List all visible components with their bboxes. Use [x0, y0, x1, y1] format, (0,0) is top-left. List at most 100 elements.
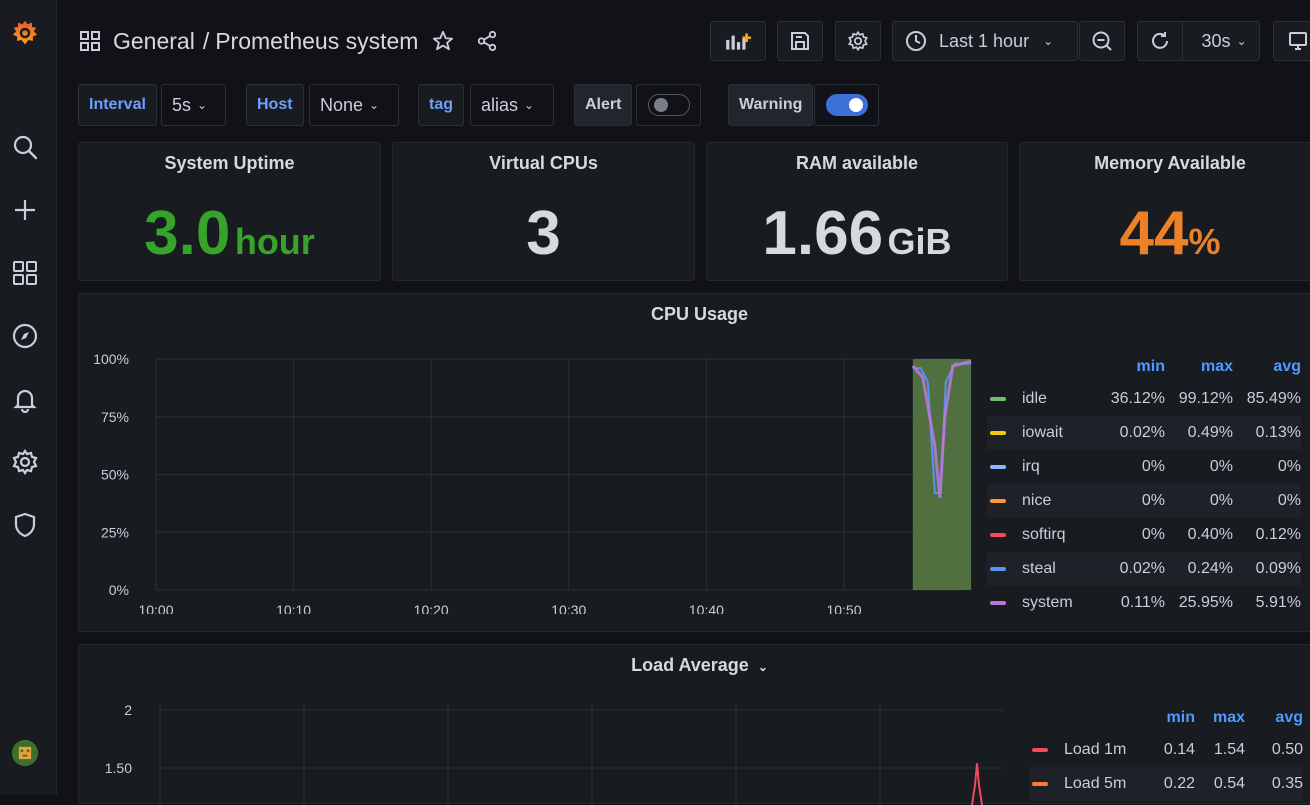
variable-select-tag[interactable]: alias ⌄ [470, 84, 554, 126]
plus-icon[interactable] [8, 193, 42, 227]
cpu-legend-row-irq[interactable]: irq 0% 0% 0% [987, 450, 1301, 484]
cpu-legend-row-idle[interactable]: idle 36.12% 99.12% 85.49% [987, 382, 1301, 416]
stat-panel-vcpus[interactable]: Virtual CPUs 3 [392, 142, 695, 281]
shield-icon[interactable] [8, 508, 42, 542]
legend-header-avg[interactable]: avg [1233, 352, 1301, 382]
legend-color-swatch [1032, 781, 1048, 786]
dashboards-icon[interactable] [8, 256, 42, 290]
cpu-legend-row-nice[interactable]: nice 0% 0% 0% [987, 484, 1301, 518]
legend-series-name[interactable]: Load 1m [1029, 733, 1139, 767]
legend-series-name[interactable]: Load 5m [1029, 767, 1139, 801]
search-icon[interactable] [8, 130, 42, 164]
compass-icon[interactable] [8, 319, 42, 353]
avatar[interactable] [8, 736, 42, 770]
legend-min-value: 0% [1141, 458, 1165, 475]
legend-header-max[interactable]: max [1165, 352, 1233, 382]
legend-header-avg[interactable]: avg [1245, 703, 1303, 733]
legend-max-value: 0.49% [1165, 416, 1233, 450]
bell-icon[interactable] [8, 382, 42, 416]
tv-mode-button[interactable] [1273, 21, 1310, 61]
stat-panel-ram[interactable]: RAM available 1.66 GiB [706, 142, 1008, 281]
warning-switch[interactable] [825, 94, 868, 116]
legend-series-name[interactable]: iowait [987, 416, 1097, 450]
variable-select-interval[interactable]: 5s ⌄ [161, 84, 226, 126]
cpu-usage-panel[interactable]: CPU Usage 0% 25% 50% 75% 100% 10:00 10:10 10:20… [78, 293, 1310, 632]
cpu-legend-row-system[interactable]: system 0.11% 25.95% 5.91% [987, 586, 1301, 620]
add-panel-icon [724, 29, 752, 53]
cpu-legend-row-softirq[interactable]: softirq 0% 0.40% 0.12% [987, 518, 1301, 552]
legend-min-value: 0.02% [1097, 552, 1165, 586]
legend-max-value: 25.95% [1178, 594, 1233, 611]
legend-series-name[interactable]: steal [987, 552, 1097, 586]
legend-color-swatch [990, 396, 1006, 401]
stat-value: 1.66 GiB [707, 199, 1007, 285]
variable-value-host: None [320, 94, 364, 115]
legend-header-max[interactable]: max [1195, 703, 1245, 733]
cpu-legend: min max avg idle 36.12% 99.12% 85.49% iowait… [987, 352, 1301, 620]
save-icon [789, 30, 811, 52]
alert-switch[interactable] [647, 94, 690, 116]
cpu-legend-row-iowait[interactable]: iowait 0.02% 0.49% 0.13% [987, 416, 1301, 450]
cpu-usage-chart: 0% 25% 50% 75% 100% 10:00 10:10 10:20 10:30 10:40… [93, 351, 972, 614]
y-tick-label: 25% [101, 524, 129, 540]
refresh-interval-label: 30s [1201, 30, 1231, 51]
refresh-button[interactable] [1137, 21, 1183, 61]
y-tick-label: 0% [109, 582, 129, 598]
legend-color-swatch [990, 430, 1006, 435]
legend-header-min[interactable]: min [1097, 352, 1165, 382]
gear-icon[interactable] [8, 445, 42, 479]
add-panel-button[interactable] [710, 21, 766, 61]
grafana-logo-icon[interactable] [8, 16, 42, 50]
alert-toggle[interactable] [636, 84, 701, 126]
star-icon[interactable] [432, 30, 454, 52]
switch-knob [653, 98, 668, 112]
legend-series-name[interactable]: nice [987, 484, 1097, 518]
stat-panel-uptime[interactable]: System Uptime 3.0 hour [78, 142, 381, 281]
refresh-interval-picker[interactable]: 30s ⌄ [1182, 21, 1260, 61]
legend-series-name[interactable]: irq [987, 450, 1097, 484]
dashboard-title[interactable]: Prometheus system [215, 28, 418, 55]
chevron-down-icon: ⌄ [524, 98, 535, 112]
legend-max-value: 99.12% [1178, 390, 1233, 407]
gear-icon [847, 30, 869, 52]
refresh-icon [1149, 30, 1171, 52]
legend-label: steal [1022, 560, 1056, 577]
variable-label-alert: Alert [574, 84, 633, 126]
legend-series-name[interactable]: idle [987, 382, 1097, 416]
variable-label-interval: Interval [78, 84, 157, 126]
legend-color-swatch [990, 600, 1006, 605]
share-icon[interactable] [476, 30, 498, 52]
breadcrumb-folder[interactable]: General [113, 28, 195, 55]
legend-min-value: 0.11% [1120, 594, 1165, 611]
breadcrumb: General / Prometheus system [79, 26, 498, 56]
y-tick-label: 75% [101, 409, 129, 425]
cpu-legend-row-steal[interactable]: steal 0.02% 0.24% 0.09% [987, 552, 1301, 586]
time-range-picker[interactable]: Last 1 hour ⌄ [892, 21, 1078, 61]
zoom-out-button[interactable] [1079, 21, 1125, 61]
stat-number: 44 [1119, 199, 1189, 268]
load-1m-line [971, 763, 983, 805]
legend-series-name[interactable]: system [987, 586, 1097, 620]
legend-series-name[interactable]: softirq [987, 518, 1097, 552]
dashboard-settings-button[interactable] [835, 21, 881, 61]
stat-unit: % [1188, 221, 1221, 262]
clock-icon [905, 30, 927, 52]
y-tick-label: 2 [124, 702, 132, 718]
legend-header-min[interactable]: min [1139, 703, 1195, 733]
chevron-down-icon: ⌄ [1043, 34, 1054, 48]
legend-max-value: 0.40% [1187, 526, 1233, 543]
variable-select-host[interactable]: None ⌄ [309, 84, 399, 126]
warning-toggle[interactable] [814, 84, 879, 126]
legend-header-row: min max avg [987, 352, 1301, 382]
legend-min-value: 0.14 [1163, 741, 1195, 758]
stat-panel-memory[interactable]: Memory Available 44% [1019, 142, 1310, 281]
save-dashboard-button[interactable] [777, 21, 823, 61]
legend-min-value: 0.02% [1097, 416, 1165, 450]
load-average-panel[interactable]: Load Average ⌄ 1.50 2 min max avg Load 1m… [78, 644, 1310, 805]
legend-avg-value: 5.91% [1255, 594, 1301, 611]
load-legend-row-load-5m[interactable]: Load 5m 0.22 0.54 0.35 [1029, 767, 1303, 801]
load-legend-row-load-1m[interactable]: Load 1m 0.14 1.54 0.50 [1029, 733, 1303, 767]
legend-avg-value: 0.13% [1233, 416, 1301, 450]
load-average-chart: 1.50 2 [105, 702, 1004, 805]
x-tick-label: 10:00 [138, 602, 173, 614]
